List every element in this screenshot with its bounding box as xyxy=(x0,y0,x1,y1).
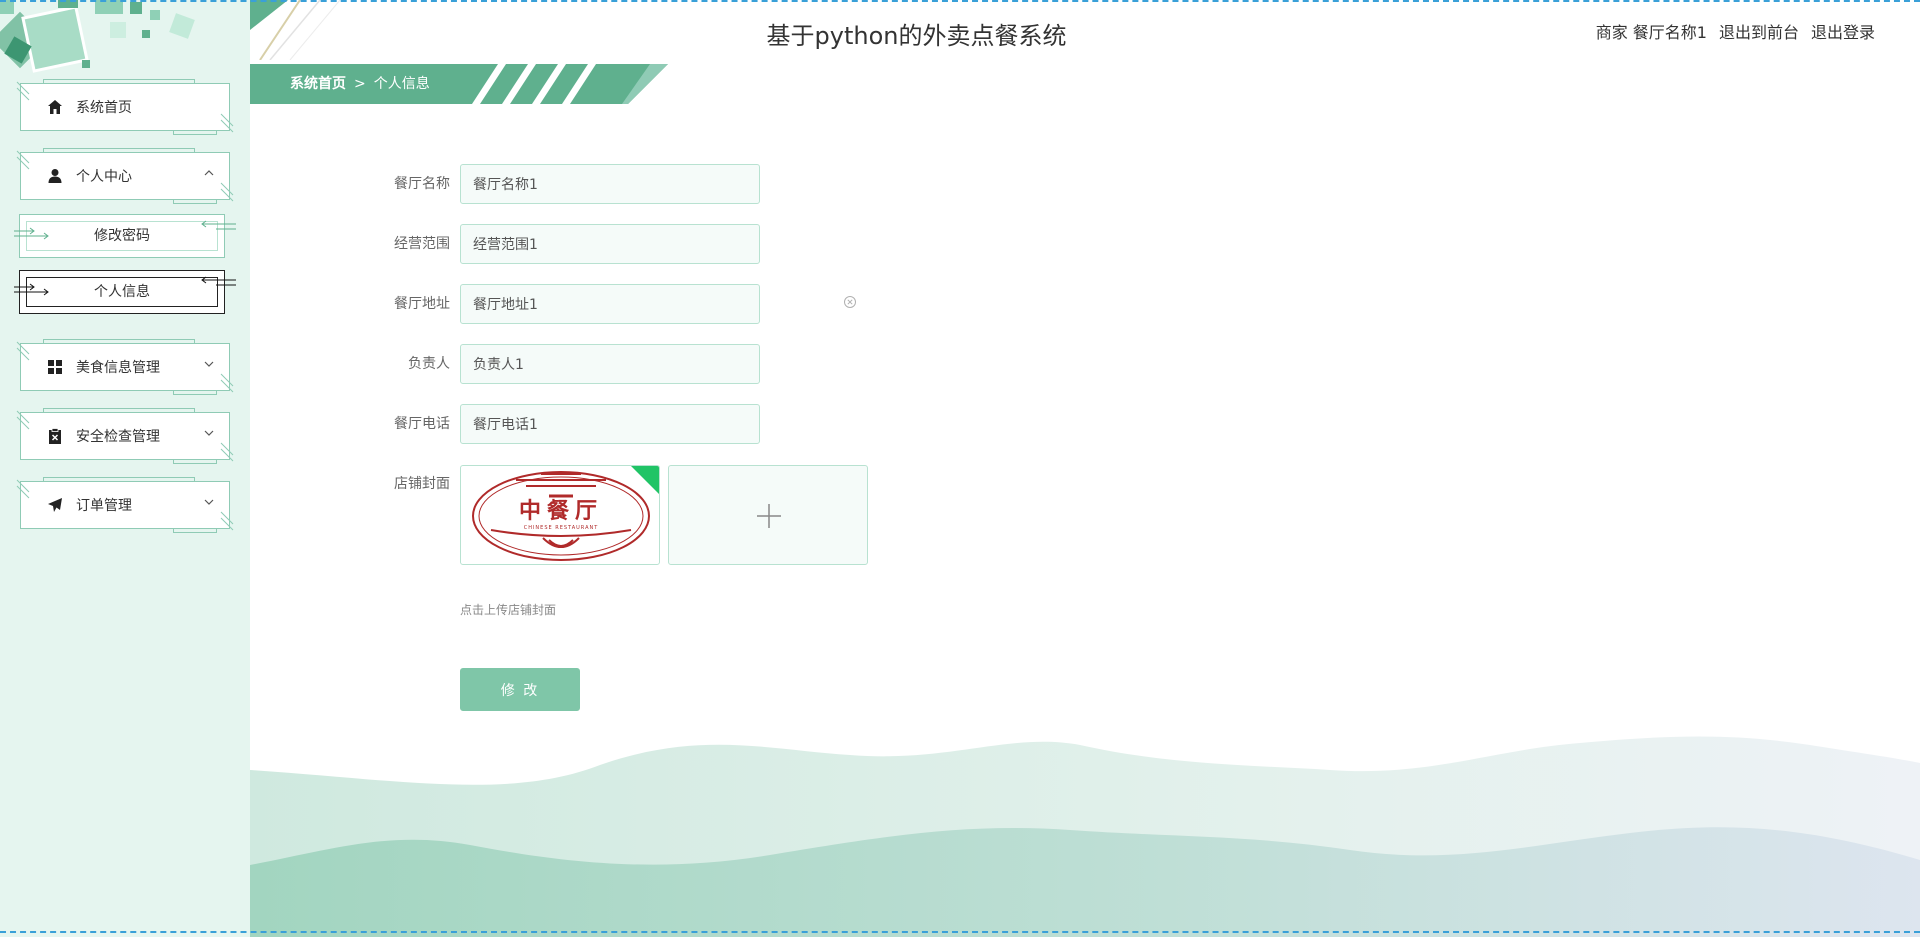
breadcrumb: 系统首页 > 个人信息 xyxy=(250,64,670,104)
logo-text: 中餐厅 xyxy=(519,499,603,524)
back-to-front-link[interactable]: 退出到前台 xyxy=(1719,19,1799,43)
chevron-down-icon xyxy=(204,499,214,505)
sidebar-item-safety-check[interactable]: 安全检查管理 xyxy=(16,408,234,464)
menu-frame-line xyxy=(43,79,195,84)
menu-corner-decoration xyxy=(220,113,234,133)
restaurant-name-label: 餐厅名称 xyxy=(394,176,450,192)
menu-corner-decoration xyxy=(220,182,234,202)
menu-frame-line xyxy=(173,528,217,533)
app-title: 基于python的外卖点餐系统 xyxy=(766,22,1067,50)
menu-frame-line xyxy=(173,199,217,204)
breadcrumb-home-link[interactable]: 系统首页 xyxy=(290,75,346,93)
sidebar-item-order-management[interactable]: 订单管理 xyxy=(16,477,234,533)
sidebar-subitem-change-password[interactable]: 修改密码 xyxy=(14,214,236,258)
sidebar-item-home[interactable]: 系统首页 xyxy=(16,79,234,135)
chevron-up-icon xyxy=(204,170,214,176)
selected-badge xyxy=(631,466,659,494)
sidebar-item-label: 个人中心 xyxy=(76,169,132,185)
sidebar-item-label: 安全检查管理 xyxy=(76,429,160,445)
grid-icon xyxy=(48,360,62,374)
wave-background xyxy=(250,736,1920,937)
menu-frame-line xyxy=(43,477,195,482)
restaurant-name-input[interactable] xyxy=(460,164,760,204)
sidebar-item-personal-center[interactable]: 个人中心 xyxy=(16,148,234,204)
menu-corner-decoration xyxy=(16,150,30,170)
menu-frame-line xyxy=(173,390,217,395)
breadcrumb-separator: > xyxy=(354,76,366,92)
menu-frame-line xyxy=(43,408,195,413)
chevron-down-icon xyxy=(204,361,214,367)
business-scope-label: 经营范围 xyxy=(394,236,450,252)
cover-image-preview[interactable]: 中餐厅 CHINESE RESTAURANT xyxy=(460,465,660,565)
manager-label: 负责人 xyxy=(408,356,450,372)
breadcrumb-current: 个人信息 xyxy=(373,76,430,92)
sidebar-item-food-management[interactable]: 美食信息管理 xyxy=(16,339,234,395)
menu-frame-line xyxy=(43,148,195,153)
phone-input[interactable] xyxy=(460,404,760,444)
top-dashed-border xyxy=(0,0,1920,2)
upload-tip: 点击上传店铺封面 xyxy=(460,603,557,617)
sidebar-item-label: 订单管理 xyxy=(76,498,132,514)
send-icon xyxy=(48,498,62,512)
sidebar-decoration xyxy=(0,0,195,73)
submit-button[interactable]: 修 改 xyxy=(460,668,580,711)
logo-subtext: CHINESE RESTAURANT xyxy=(524,525,599,531)
sidebar-subitem-label: 个人信息 xyxy=(94,284,150,300)
chevron-down-icon xyxy=(204,430,214,436)
menu-corner-decoration xyxy=(220,442,234,462)
manager-input[interactable] xyxy=(460,344,760,384)
sidebar-subitem-personal-info[interactable]: 个人信息 xyxy=(14,270,236,314)
business-scope-input[interactable] xyxy=(460,224,760,264)
menu-frame-line xyxy=(173,130,217,135)
sidebar: 系统首页 个人中心 修改密码 个人信息 美食信息管理 安全检查管理 订单管理 xyxy=(0,0,250,937)
home-icon xyxy=(48,100,62,114)
sidebar-subitem-label: 修改密码 xyxy=(94,228,150,244)
menu-corner-decoration xyxy=(16,81,30,101)
phone-label: 餐厅电话 xyxy=(394,416,450,432)
menu-corner-decoration xyxy=(220,373,234,393)
plus-icon xyxy=(757,504,781,528)
clear-icon[interactable] xyxy=(843,295,857,309)
menu-corner-decoration xyxy=(16,410,30,430)
sidebar-item-label: 美食信息管理 xyxy=(76,360,160,376)
address-label: 餐厅地址 xyxy=(394,296,450,312)
cover-label: 店铺封面 xyxy=(394,476,450,492)
current-user-label: 商家 餐厅名称1 xyxy=(1595,23,1707,42)
address-input[interactable] xyxy=(460,284,760,324)
header-corner-decoration xyxy=(250,0,341,60)
sidebar-item-label: 系统首页 xyxy=(76,100,132,116)
menu-corner-decoration xyxy=(220,511,234,531)
cover-upload-button[interactable] xyxy=(668,465,868,565)
menu-corner-decoration xyxy=(16,479,30,499)
bottom-dashed-border xyxy=(0,931,1920,933)
header-user-links: 商家 餐厅名称1 退出到前台 退出登录 xyxy=(1596,19,1875,43)
menu-frame-line xyxy=(173,459,217,464)
clipboard-icon xyxy=(49,428,61,444)
menu-frame-line xyxy=(43,339,195,344)
user-icon xyxy=(48,169,62,183)
menu-corner-decoration xyxy=(16,341,30,361)
logout-link[interactable]: 退出登录 xyxy=(1811,19,1875,43)
